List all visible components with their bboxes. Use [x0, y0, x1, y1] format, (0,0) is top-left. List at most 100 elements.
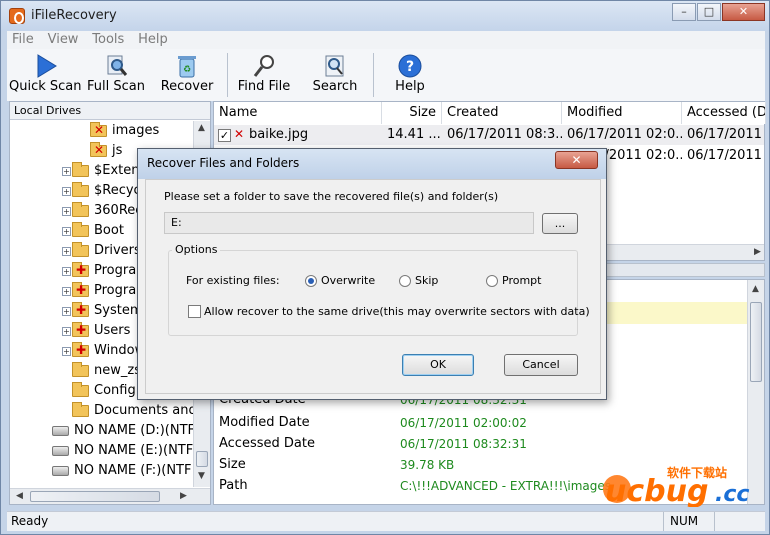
deleted-mark-icon: ✕	[94, 143, 105, 157]
details-scroll-thumb[interactable]	[750, 302, 762, 382]
expand-icon[interactable]: +	[62, 267, 71, 276]
menu-help[interactable]: Help	[133, 31, 173, 48]
search-doc-icon	[325, 55, 344, 77]
close-button[interactable]: ✕	[722, 3, 765, 21]
help-icon: ?	[398, 54, 422, 78]
menu-tools[interactable]: Tools	[87, 31, 129, 48]
expand-icon[interactable]: +	[62, 247, 71, 256]
help-button[interactable]: ? Help	[379, 49, 441, 101]
dialog-body: Please set a folder to save the recovere…	[145, 179, 601, 394]
folder-icon	[72, 362, 89, 377]
deleted-mark-icon: ✕	[94, 123, 105, 137]
file-checkbox[interactable]: ✓	[218, 129, 231, 142]
save-path-input[interactable]: E:	[164, 212, 534, 234]
tree-scroll-thumb[interactable]	[196, 451, 208, 467]
deleted-mark-icon: ✚	[76, 263, 87, 277]
svg-text:.cc: .cc	[715, 482, 749, 507]
column-header-modified[interactable]: Modified	[562, 102, 682, 124]
quick-scan-button[interactable]: Quick Scan	[9, 49, 82, 101]
detail-value: C:\!!!ADVANCED - EXTRA!!!\images	[400, 479, 612, 493]
file-size: 14.41 ...	[387, 127, 441, 142]
column-header-name[interactable]: Name	[214, 102, 382, 124]
title-bar: iFileRecovery – □ ✕	[1, 1, 769, 31]
file-accessed: 06/17/2011 02:0...	[687, 148, 766, 163]
tree-item[interactable]: NO NAME (F:)(NTF	[10, 461, 194, 481]
status-bar: Ready NUM	[7, 511, 765, 531]
expand-icon[interactable]: +	[62, 227, 71, 236]
maximize-button[interactable]: □	[697, 3, 721, 21]
tree-horizontal-scrollbar[interactable]: ◀ ▶	[10, 488, 210, 504]
svg-text:♻: ♻	[183, 65, 191, 75]
app-logo-icon	[9, 8, 25, 24]
tree-item[interactable]: NO NAME (D:)(NTF	[10, 421, 194, 441]
scroll-up-icon[interactable]: ▲	[748, 284, 763, 294]
scroll-down-icon[interactable]: ▼	[194, 471, 209, 481]
overwrite-radio[interactable]	[305, 275, 317, 287]
expand-icon[interactable]: +	[62, 167, 71, 176]
drive-icon	[52, 446, 69, 456]
recover-button[interactable]: ♻ Recover	[151, 49, 223, 101]
allow-same-drive-label: Allow recover to the same drive(this may…	[204, 305, 590, 318]
status-text: Ready	[11, 514, 49, 528]
column-header-size[interactable]: Size	[382, 102, 442, 124]
dialog-close-button[interactable]: ✕	[555, 151, 598, 169]
scroll-up-icon[interactable]: ▲	[194, 123, 209, 133]
detail-label: Size	[219, 457, 246, 472]
scroll-left-icon[interactable]: ◀	[12, 491, 27, 501]
tree-item-label: NO NAME (F:)(NTF	[74, 463, 192, 478]
tree-item[interactable]: NO NAME (E:)(NTF	[10, 441, 194, 461]
scroll-right-icon[interactable]: ▶	[176, 491, 191, 501]
full-scan-button[interactable]: Full Scan	[83, 49, 149, 101]
prompt-radio[interactable]	[486, 275, 498, 287]
expand-icon[interactable]: +	[62, 307, 71, 316]
deleted-mark-icon: ✚	[76, 283, 87, 297]
expand-icon[interactable]: +	[62, 207, 71, 216]
browse-button[interactable]: ...	[542, 213, 578, 234]
tree-item-label: images	[112, 123, 160, 138]
cancel-button[interactable]: Cancel	[504, 354, 578, 376]
minimize-button[interactable]: –	[672, 3, 696, 21]
svg-text:软件下载站: 软件下载站	[667, 465, 727, 480]
find-file-button[interactable]: Find File	[231, 49, 297, 101]
tree-item[interactable]: Documents and	[10, 401, 194, 421]
expand-icon[interactable]: +	[62, 287, 71, 296]
site-watermark-logo: ucbug .cc 软件下载站	[597, 463, 767, 509]
folder-icon	[72, 382, 89, 397]
folder-icon	[72, 222, 89, 237]
dialog-title: Recover Files and Folders	[147, 156, 300, 170]
play-icon	[37, 54, 57, 78]
tree-item-label: Documents and	[94, 403, 194, 418]
overwrite-label: Overwrite	[321, 274, 376, 287]
num-lock-indicator: NUM	[663, 512, 715, 531]
expand-icon[interactable]: +	[62, 347, 71, 356]
column-header-accessed[interactable]: Accessed (D	[682, 102, 766, 124]
allow-same-drive-checkbox[interactable]	[188, 305, 201, 318]
options-group	[168, 250, 578, 336]
tree-item-label: Boot	[94, 223, 124, 238]
tree-item[interactable]: ✕ images	[10, 121, 194, 141]
skip-radio[interactable]	[399, 275, 411, 287]
recover-label: Recover	[160, 79, 214, 94]
file-modified: 06/17/2011 02:0...	[567, 127, 682, 142]
tree-item-label: NO NAME (D:)(NTF	[74, 423, 194, 438]
table-row[interactable]: ✓ ✕ baike.jpg 14.41 ... 06/17/2011 08:3.…	[214, 125, 766, 145]
help-label: Help	[395, 79, 425, 94]
drive-icon	[52, 466, 69, 476]
existing-files-label: For existing files:	[186, 274, 280, 287]
detail-value: 39.78 KB	[400, 458, 455, 472]
options-group-label: Options	[172, 243, 221, 256]
window-title: iFileRecovery	[31, 8, 117, 23]
tree-item-label: NO NAME (E:)(NTF	[74, 443, 194, 458]
menu-view[interactable]: View	[43, 31, 84, 48]
tree-hscroll-thumb[interactable]	[30, 491, 160, 502]
column-header-created[interactable]: Created	[442, 102, 562, 124]
expand-icon[interactable]: +	[62, 187, 71, 196]
menu-file[interactable]: File	[7, 31, 39, 48]
scroll-right-icon[interactable]: ▶	[750, 247, 765, 257]
search-label: Search	[312, 79, 358, 94]
quick-scan-label: Quick Scan	[9, 79, 82, 94]
prompt-label: Prompt	[502, 274, 542, 287]
ok-button[interactable]: OK	[402, 354, 474, 376]
search-button[interactable]: Search	[303, 49, 367, 101]
expand-icon[interactable]: +	[62, 327, 71, 336]
